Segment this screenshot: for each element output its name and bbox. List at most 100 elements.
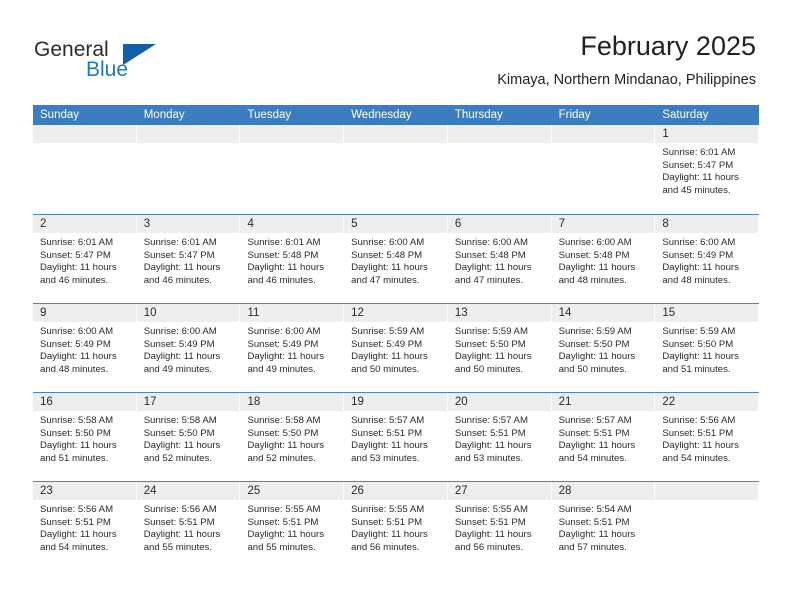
day-cell[interactable]: 5 Sunrise: 6:00 AM Sunset: 5:48 PM Daylight… (344, 215, 448, 303)
weekday-thursday: Thursday (454, 109, 503, 121)
day-cell-empty (551, 125, 656, 214)
week-row: 23 Sunrise: 5:56 AM Sunset: 5:51 PM Dayligh… (33, 481, 760, 570)
day-cell[interactable]: 25 Sunrise: 5:55 AM Sunset: 5:51 PM Dayligh… (240, 482, 345, 570)
day-cell[interactable]: 23 Sunrise: 5:56 AM Sunset: 5:51 PM Dayligh… (33, 482, 137, 570)
sunrise-text: Sunrise: 6:01 AM (662, 147, 736, 158)
daylight-text-line2: and 50 minutes. (351, 363, 420, 375)
sunrise-text: Sunrise: 5:58 AM (40, 415, 114, 426)
day-number (447, 125, 552, 143)
day-number: 19 (344, 393, 448, 411)
day-cell[interactable]: 19 Sunrise: 5:57 AM Sunset: 5:51 PM Dayligh… (344, 393, 448, 481)
week-row: 1 Sunrise: 6:01 AM Sunset: 5:47 PM Daylight… (33, 125, 760, 214)
day-details: Sunrise: 5:56 AM Sunset: 5:51 PM Daylight:… (33, 500, 137, 554)
day-cell[interactable]: 28 Sunrise: 5:54 AM Sunset: 5:51 PM Dayligh… (551, 482, 656, 570)
daylight-text-line1: Daylight: 11 hours (247, 529, 325, 541)
day-cell[interactable]: 10 Sunrise: 6:00 AM Sunset: 5:49 PM Dayligh… (136, 304, 241, 392)
daylight-text-line2: and 46 minutes. (40, 274, 109, 286)
sunset-text: Sunset: 5:48 PM (247, 249, 319, 261)
day-number: 13 (447, 304, 552, 322)
daylight-text-line2: and 55 minutes. (143, 541, 212, 553)
sunset-text: Sunset: 5:51 PM (558, 516, 630, 528)
daylight-text-line2: and 53 minutes. (351, 452, 420, 464)
sunset-text: Sunset: 5:51 PM (351, 427, 423, 439)
day-cell[interactable]: 22 Sunrise: 5:56 AM Sunset: 5:51 PM Dayligh… (655, 393, 760, 481)
daylight-text-line1: Daylight: 11 hours (351, 440, 428, 452)
day-number: 15 (655, 304, 760, 322)
daylight-text-line2: and 56 minutes. (351, 541, 420, 553)
sunrise-text: Sunrise: 5:54 AM (558, 504, 632, 515)
sunrise-text: Sunrise: 5:59 AM (454, 326, 528, 337)
sunset-text: Sunset: 5:48 PM (454, 249, 526, 261)
day-cell[interactable]: 7 Sunrise: 6:00 AM Sunset: 5:48 PM Daylight… (551, 215, 656, 303)
day-cell[interactable]: 26 Sunrise: 5:55 AM Sunset: 5:51 PM Dayligh… (344, 482, 448, 570)
weekday-wednesday: Wednesday (351, 109, 412, 121)
sunrise-text: Sunrise: 5:56 AM (662, 415, 736, 426)
day-cell[interactable]: 9 Sunrise: 6:00 AM Sunset: 5:49 PM Daylight… (33, 304, 137, 392)
day-number: 21 (551, 393, 656, 411)
daylight-text-line2: and 54 minutes. (662, 452, 731, 464)
day-cell[interactable]: 13 Sunrise: 5:59 AM Sunset: 5:50 PM Dayligh… (447, 304, 552, 392)
day-cell[interactable]: 21 Sunrise: 5:57 AM Sunset: 5:51 PM Dayligh… (551, 393, 656, 481)
daylight-text-line2: and 49 minutes. (247, 363, 316, 375)
week-row: 9 Sunrise: 6:00 AM Sunset: 5:49 PM Daylight… (33, 303, 760, 392)
day-details: Sunrise: 6:00 AM Sunset: 5:49 PM Daylight:… (137, 322, 241, 376)
day-cell[interactable]: 17 Sunrise: 5:58 AM Sunset: 5:50 PM Dayligh… (136, 393, 241, 481)
daylight-text-line1: Daylight: 11 hours (247, 351, 325, 363)
daylight-text-line1: Daylight: 11 hours (40, 351, 117, 363)
day-cell[interactable]: 8 Sunrise: 6:00 AM Sunset: 5:49 PM Daylight… (655, 215, 760, 303)
day-details: Sunrise: 6:00 AM Sunset: 5:49 PM Daylight:… (33, 322, 137, 376)
day-cell[interactable]: 3 Sunrise: 6:01 AM Sunset: 5:47 PM Daylight… (136, 215, 241, 303)
page-subtitle: Kimaya, Northern Mindanao, Philippines (497, 72, 756, 88)
weekday-sunday: Sunday (40, 109, 80, 121)
day-number: 12 (344, 304, 448, 322)
sunset-text: Sunset: 5:48 PM (558, 249, 630, 261)
sunrise-text: Sunrise: 6:01 AM (40, 237, 114, 248)
day-number: 22 (655, 393, 760, 411)
sunset-text: Sunset: 5:50 PM (454, 338, 526, 350)
daylight-text-line2: and 53 minutes. (454, 452, 524, 464)
daylight-text-line1: Daylight: 11 hours (454, 262, 532, 274)
sunrise-text: Sunrise: 6:00 AM (247, 326, 321, 337)
day-cell[interactable]: 20 Sunrise: 5:57 AM Sunset: 5:51 PM Dayligh… (447, 393, 552, 481)
day-cell[interactable]: 1 Sunrise: 6:01 AM Sunset: 5:47 PM Daylight… (655, 125, 760, 214)
daylight-text-line2: and 46 minutes. (247, 274, 316, 286)
sunset-text: Sunset: 5:49 PM (247, 338, 319, 350)
day-cell[interactable]: 18 Sunrise: 5:58 AM Sunset: 5:50 PM Dayligh… (240, 393, 345, 481)
sunset-text: Sunset: 5:49 PM (143, 338, 215, 350)
daylight-text-line1: Daylight: 11 hours (40, 529, 117, 541)
sunrise-text: Sunrise: 6:00 AM (454, 237, 528, 248)
daylight-text-line1: Daylight: 11 hours (247, 262, 325, 274)
sunrise-text: Sunrise: 5:55 AM (351, 504, 425, 515)
sunrise-text: Sunrise: 5:56 AM (143, 504, 217, 515)
sunrise-text: Sunrise: 5:59 AM (662, 326, 736, 337)
generalblue-logo[interactable]: General Blue (34, 38, 224, 86)
sunset-text: Sunset: 5:51 PM (454, 427, 526, 439)
day-cell[interactable]: 24 Sunrise: 5:56 AM Sunset: 5:51 PM Dayligh… (136, 482, 241, 570)
day-number: 8 (655, 215, 760, 233)
sunset-text: Sunset: 5:47 PM (143, 249, 215, 261)
page-header: General Blue February 2025 Kimaya, North… (0, 0, 792, 100)
day-cell[interactable]: 11 Sunrise: 6:00 AM Sunset: 5:49 PM Dayligh… (240, 304, 345, 392)
sunset-text: Sunset: 5:51 PM (351, 516, 423, 528)
daylight-text-line2: and 48 minutes. (558, 274, 627, 286)
day-number (136, 125, 241, 143)
day-number: 25 (240, 482, 345, 500)
daylight-text-line1: Daylight: 11 hours (351, 351, 428, 363)
day-details: Sunrise: 6:00 AM Sunset: 5:49 PM Daylight:… (240, 322, 344, 376)
day-number: 20 (447, 393, 552, 411)
daylight-text-line2: and 50 minutes. (454, 363, 524, 375)
day-cell[interactable]: 12 Sunrise: 5:59 AM Sunset: 5:49 PM Dayligh… (344, 304, 448, 392)
day-cell-empty (344, 125, 448, 214)
day-cell[interactable]: 14 Sunrise: 5:59 AM Sunset: 5:50 PM Dayligh… (551, 304, 656, 392)
day-cell[interactable]: 16 Sunrise: 5:58 AM Sunset: 5:50 PM Dayligh… (33, 393, 137, 481)
day-cell[interactable]: 2 Sunrise: 6:01 AM Sunset: 5:47 PM Daylight… (33, 215, 137, 303)
day-cell[interactable]: 27 Sunrise: 5:55 AM Sunset: 5:51 PM Dayligh… (447, 482, 552, 570)
sunset-text: Sunset: 5:48 PM (351, 249, 423, 261)
day-details: Sunrise: 5:56 AM Sunset: 5:51 PM Daylight:… (137, 500, 241, 554)
daylight-text-line2: and 45 minutes. (662, 184, 731, 196)
day-cell[interactable]: 4 Sunrise: 6:01 AM Sunset: 5:48 PM Daylight… (240, 215, 345, 303)
logo-text-blue: Blue (86, 58, 129, 81)
day-number: 5 (344, 215, 448, 233)
day-cell[interactable]: 15 Sunrise: 5:59 AM Sunset: 5:50 PM Dayligh… (655, 304, 760, 392)
day-cell[interactable]: 6 Sunrise: 6:00 AM Sunset: 5:48 PM Daylight… (447, 215, 552, 303)
